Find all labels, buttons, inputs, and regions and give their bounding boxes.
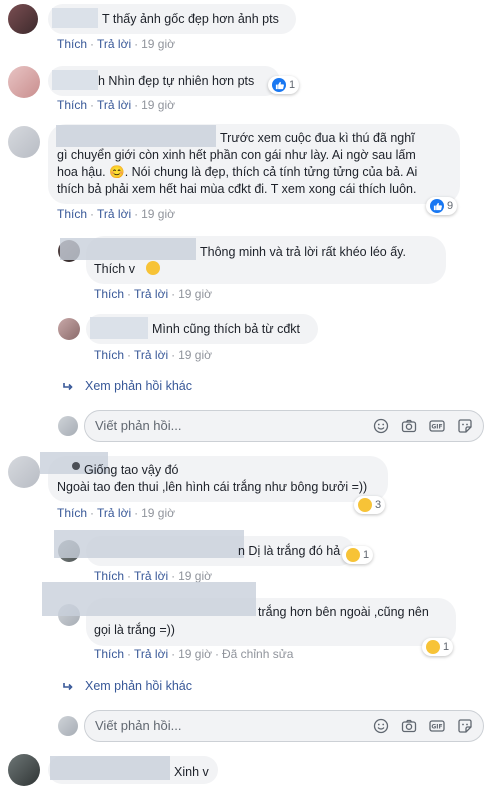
comment-actions: Thích · Trả lời · 19 giờ <box>57 207 175 221</box>
avatar[interactable] <box>8 456 40 488</box>
reply-link[interactable]: Trả lời <box>97 37 131 51</box>
comment-text-line: gọi là trắng =)) <box>94 623 175 637</box>
gif-icon[interactable]: GIF <box>429 718 445 734</box>
avatar-dot <box>72 462 80 470</box>
redacted-name <box>50 756 170 780</box>
comment-text: n Dị là trắng đó hả <box>238 544 341 558</box>
edited-label: Đã chỉnh sửa <box>222 647 294 661</box>
smile-emoji-icon <box>146 261 160 275</box>
redacted-name <box>52 8 98 28</box>
reply-placeholder: Viết phản hồi... <box>95 418 182 433</box>
like-link[interactable]: Thích <box>57 98 87 112</box>
timestamp[interactable]: 19 giờ <box>178 569 212 583</box>
timestamp[interactable]: 19 giờ <box>141 506 175 520</box>
comment-actions: Thích · Trả lời · 19 giờ <box>57 37 175 51</box>
reply-arrow-icon <box>62 380 74 392</box>
reply-link[interactable]: Trả lời <box>134 569 168 583</box>
camera-icon[interactable] <box>401 418 417 434</box>
reaction-count[interactable]: 1 <box>422 638 454 656</box>
timestamp[interactable]: 19 giờ <box>141 37 175 51</box>
comment-text-line: gì chuyển giới còn xinh hết phần con gái… <box>57 148 416 162</box>
reply-link[interactable]: Trả lời <box>97 98 131 112</box>
comment-text-line: Ngoài tao đen thui ,lên hình cái trắng n… <box>57 480 368 494</box>
avatar <box>58 416 78 436</box>
comment-actions: Thích · Trả lời · 19 giờ <box>57 506 175 520</box>
like-reaction-icon <box>272 78 286 92</box>
svg-text:GIF: GIF <box>431 724 442 731</box>
comment-text-line: thích bả phải xem hết hai mùa cđkt đi. T… <box>57 182 417 196</box>
timestamp[interactable]: 19 giờ <box>178 348 212 362</box>
reaction-count[interactable]: 3 <box>354 496 386 514</box>
avatar <box>58 716 78 736</box>
redacted-name <box>52 70 98 90</box>
sticker-icon[interactable] <box>457 718 473 734</box>
comment-text: Xinh v <box>174 765 209 779</box>
reaction-count[interactable]: 9 <box>426 197 458 215</box>
redacted-name <box>56 125 216 147</box>
redacted-name <box>42 582 256 616</box>
reply-input[interactable]: Viết phản hồi... GIF <box>84 410 484 442</box>
gif-icon[interactable]: GIF <box>429 418 445 434</box>
comment-actions: Thích · Trả lời · 19 giờ <box>94 287 212 301</box>
svg-text:GIF: GIF <box>431 424 442 431</box>
timestamp[interactable]: 19 giờ <box>141 98 175 112</box>
reply-arrow-icon <box>62 680 74 692</box>
reply-link[interactable]: Trả lời <box>134 287 168 301</box>
emoji-picker-icon[interactable] <box>373 418 389 434</box>
avatar[interactable] <box>8 754 40 786</box>
see-more-replies-link[interactable]: Xem phản hồi khác <box>85 379 192 393</box>
like-link[interactable]: Thích <box>94 287 124 301</box>
see-more-replies-link[interactable]: Xem phản hồi khác <box>85 679 192 693</box>
like-link[interactable]: Thích <box>94 348 124 362</box>
reply-link[interactable]: Trả lời <box>97 207 131 221</box>
like-link[interactable]: Thích <box>57 37 87 51</box>
reply-link[interactable]: Trả lời <box>134 647 168 661</box>
comment-actions: Thích · Trả lời · 19 giờ <box>94 348 212 362</box>
comment-text-line: Thông minh và trả lời rất khéo léo ấy. <box>200 245 406 259</box>
sticker-icon[interactable] <box>457 418 473 434</box>
reaction-count[interactable]: 1 <box>268 76 300 94</box>
reply-placeholder: Viết phản hồi... <box>95 718 182 733</box>
comment-actions: Thích · Trả lời · 19 giờ <box>57 98 175 112</box>
comment-text-line: hoa hậu. 😊. Nói chung là đẹp, thích cả t… <box>57 165 418 179</box>
reply-link[interactable]: Trả lời <box>134 348 168 362</box>
redacted-name <box>54 530 244 558</box>
reply-input[interactable]: Viết phản hồi... GIF <box>84 710 484 742</box>
sad-reaction-icon <box>346 548 360 562</box>
haha-reaction-icon <box>358 498 372 512</box>
comment-text-line: Giống tao vậy đó <box>84 463 179 477</box>
timestamp[interactable]: 19 giờ <box>178 647 212 661</box>
like-link[interactable]: Thích <box>94 569 124 583</box>
timestamp[interactable]: 19 giờ <box>178 287 212 301</box>
camera-icon[interactable] <box>401 718 417 734</box>
avatar[interactable] <box>58 318 80 340</box>
avatar[interactable] <box>8 4 38 34</box>
comment-actions: Thích · Trả lời · 19 giờ <box>94 569 212 583</box>
avatar[interactable] <box>8 66 40 98</box>
emoji-picker-icon[interactable] <box>373 718 389 734</box>
comment-text-line: trắng hơn bên ngoài ,cũng nên <box>258 605 429 619</box>
like-reaction-icon <box>430 199 444 213</box>
comment-text: T thấy ảnh gốc đẹp hơn ảnh pts <box>102 12 279 26</box>
comment-text: h Nhìn đẹp tự nhiên hơn pts <box>98 74 255 88</box>
like-link[interactable]: Thích <box>57 506 87 520</box>
redacted-name <box>90 317 148 339</box>
reaction-count[interactable]: 1 <box>342 546 374 564</box>
like-link[interactable]: Thích <box>57 207 87 221</box>
comment-text: Mình cũng thích bả từ cđkt <box>152 322 301 336</box>
redacted-name <box>60 238 196 260</box>
comment-text-line: Thích v <box>94 262 135 276</box>
timestamp[interactable]: 19 giờ <box>141 207 175 221</box>
like-link[interactable]: Thích <box>94 647 124 661</box>
comment-actions: Thích · Trả lời · 19 giờ · Đã chỉnh sửa <box>94 647 294 661</box>
avatar[interactable] <box>8 126 40 158</box>
comment-text-line: Trước xem cuộc đua kì thú đã nghĩ <box>220 131 415 145</box>
reply-link[interactable]: Trả lời <box>97 506 131 520</box>
haha-reaction-icon <box>426 640 440 654</box>
